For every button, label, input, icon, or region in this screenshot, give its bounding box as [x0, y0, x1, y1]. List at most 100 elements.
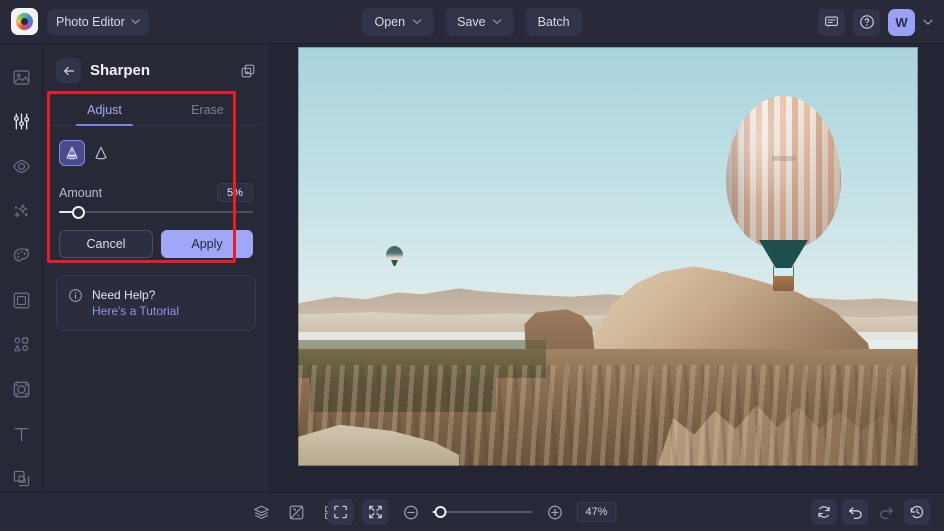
brand-logo-mark [16, 13, 33, 30]
sidebar-item-overlay[interactable] [7, 465, 35, 492]
zoom-level-input[interactable]: 47% [577, 502, 617, 522]
back-button[interactable] [56, 58, 81, 83]
panel-header: Sharpen [43, 44, 269, 94]
balloon-basket [773, 276, 794, 291]
layers-icon [253, 504, 270, 521]
account-chevron-down-icon[interactable] [923, 17, 933, 27]
workspace-label: Photo Editor [56, 15, 125, 29]
small-balloon [386, 246, 403, 270]
apply-button[interactable]: Apply [161, 230, 253, 258]
brand-logo[interactable] [11, 8, 38, 35]
panel-tabs: Adjust Erase [53, 94, 259, 126]
sidebar-item-retouch[interactable] [7, 153, 35, 180]
help-text-block: Need Help? Here's a Tutorial [92, 287, 179, 319]
text-icon [12, 425, 31, 444]
open-button[interactable]: Open [362, 8, 433, 36]
tab-adjust-label: Adjust [87, 103, 122, 117]
redo-icon [878, 504, 895, 521]
amount-label: Amount [59, 186, 102, 200]
help-circle-icon [859, 14, 875, 30]
sidebar-item-frame[interactable] [7, 287, 35, 314]
tool-rail [0, 44, 43, 492]
top-bar: Photo Editor Open Save Batch [0, 0, 944, 44]
sparkles-ai-icon [12, 202, 31, 221]
zoom-slider-track[interactable] [433, 511, 533, 513]
layers-overlay-icon [12, 469, 31, 488]
main-balloon [726, 96, 841, 296]
smooth-mode-button[interactable] [88, 140, 114, 166]
cancel-button[interactable]: Cancel [59, 230, 153, 258]
actual-size-button[interactable] [363, 499, 389, 525]
frame-icon [12, 291, 31, 310]
bottom-bar: 47% [0, 492, 944, 531]
reset-button[interactable] [811, 499, 837, 525]
amount-value-input[interactable]: 5% [217, 183, 253, 202]
feedback-button[interactable] [818, 9, 845, 36]
sidebar-item-image[interactable] [7, 64, 35, 91]
canvas-area[interactable] [270, 44, 944, 492]
amount-slider-knob[interactable] [72, 206, 85, 219]
chevron-down-icon [493, 17, 502, 26]
zoom-in-button[interactable] [542, 499, 568, 525]
amount-slider-track[interactable] [59, 211, 253, 213]
help-card[interactable]: Need Help? Here's a Tutorial [56, 275, 256, 331]
arrow-left-icon [62, 64, 76, 78]
photo-canvas[interactable] [298, 47, 918, 466]
layers-button[interactable] [248, 499, 274, 525]
bottom-bar-left [14, 499, 344, 525]
top-bar-right: W [818, 0, 933, 44]
top-bar-left: Photo Editor [0, 8, 149, 35]
balloon-logo-mark [772, 156, 796, 161]
sharpen-mode-group [43, 126, 269, 166]
help-tutorial-link[interactable]: Here's a Tutorial [92, 303, 179, 319]
compare-button[interactable] [283, 499, 309, 525]
actual-size-icon [368, 504, 384, 520]
app-body: Sharpen Adjust Erase [0, 44, 944, 492]
sidebar-item-text[interactable] [7, 421, 35, 448]
sidebar-item-focus[interactable] [7, 376, 35, 403]
duplicate-button[interactable] [240, 63, 256, 79]
save-label: Save [457, 15, 486, 29]
tab-erase-label: Erase [191, 103, 224, 117]
message-icon [824, 15, 839, 30]
image-icon [12, 68, 31, 87]
save-button[interactable]: Save [445, 8, 514, 36]
sidebar-item-shapes[interactable] [7, 332, 35, 359]
fit-screen-icon [333, 504, 349, 520]
tab-erase[interactable]: Erase [156, 94, 259, 125]
smooth-cone-icon [93, 145, 109, 161]
sidebar-item-color[interactable] [7, 242, 35, 269]
bottom-bar-right [811, 499, 930, 525]
panel-actions: Cancel Apply [43, 213, 269, 258]
info-icon [68, 288, 83, 303]
chevron-down-icon [131, 17, 140, 26]
help-button[interactable] [853, 9, 880, 36]
avatar[interactable]: W [888, 9, 915, 36]
shapes-icon [12, 335, 31, 354]
zoom-slider[interactable] [433, 505, 533, 519]
undo-icon [847, 504, 864, 521]
palette-icon [12, 246, 31, 265]
history-button[interactable] [904, 499, 930, 525]
zoom-slider-knob[interactable] [435, 506, 447, 518]
balloon-envelope [726, 96, 841, 248]
workspace-selector[interactable]: Photo Editor [47, 9, 149, 35]
tab-adjust[interactable]: Adjust [53, 94, 156, 125]
zoom-out-button[interactable] [398, 499, 424, 525]
sidebar-item-adjust[interactable] [7, 109, 35, 136]
top-bar-center: Open Save Batch [362, 8, 581, 36]
fit-screen-button[interactable] [328, 499, 354, 525]
amount-slider[interactable] [43, 202, 269, 213]
page-title: Sharpen [90, 62, 231, 79]
batch-label: Batch [538, 15, 570, 29]
help-title: Need Help? [92, 287, 179, 303]
open-label: Open [374, 15, 405, 29]
redo-button[interactable] [873, 499, 899, 525]
undo-button[interactable] [842, 499, 868, 525]
sharpen-mode-button[interactable] [59, 140, 85, 166]
small-balloon-skirt [391, 260, 398, 266]
batch-button[interactable]: Batch [526, 8, 582, 36]
sidebar-item-ai-effects[interactable] [7, 198, 35, 225]
sharpen-panel: Sharpen Adjust Erase [43, 44, 270, 492]
zoom-out-icon [402, 504, 419, 521]
